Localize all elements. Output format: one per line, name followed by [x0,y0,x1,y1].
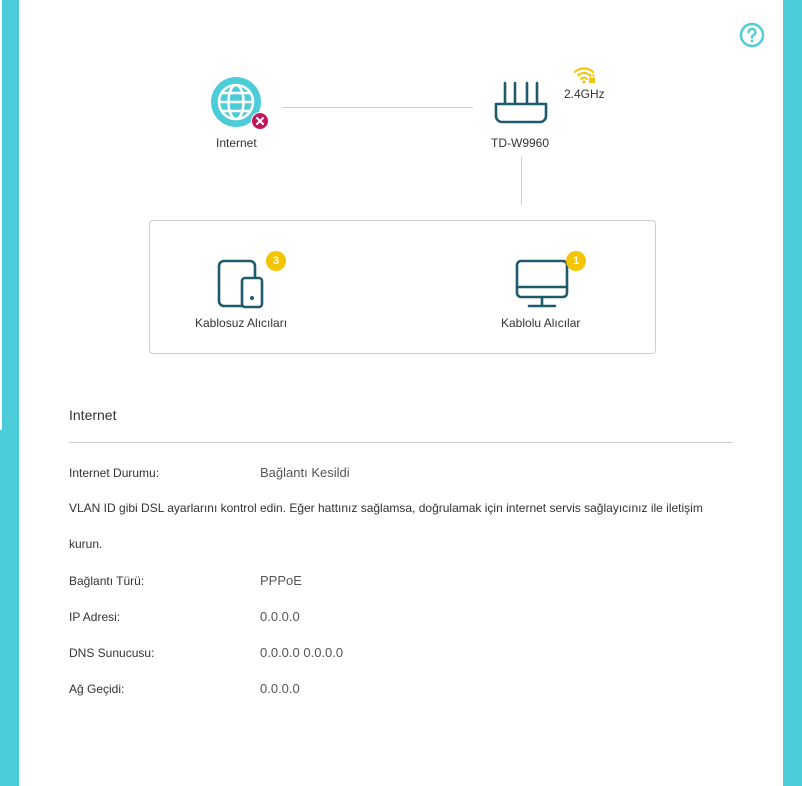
gateway-value: 0.0.0.0 [260,681,300,696]
dns-server-label: DNS Sunucusu: [69,646,155,660]
wireless-devices-icon [217,259,264,309]
wired-clients-card[interactable]: 1 Kablolu Alıcılar [402,221,655,353]
wireless-clients-count-badge: 3 [266,251,286,271]
internet-status-value: Bağlantı Kesildi [260,465,350,480]
wired-clients-label: Kablolu Alıcılar [501,316,581,330]
left-nav-strip [0,0,2,430]
connection-line-vertical [521,157,522,205]
router-icon [494,81,548,124]
wired-clients-count-badge: 1 [566,251,586,271]
monitor-icon [515,259,569,308]
router-label: TD-W9960 [491,136,550,150]
wifi-lock-icon [574,67,595,84]
connection-type-label: Bağlantı Türü: [69,574,145,588]
ip-address-value: 0.0.0.0 [260,609,300,624]
wifi-band-label: 2.4GHz [564,87,605,101]
gateway-label: Ağ Geçidi: [69,682,125,696]
help-icon[interactable] [739,22,765,48]
wireless-clients-label: Kablosuz Alıcıları [195,316,288,330]
main-panel: Internet 2.4GHz TD-W9960 3 Kablosuz Alıc… [19,0,783,786]
internet-label: Internet [216,136,257,150]
wireless-clients-card[interactable]: 3 Kablosuz Alıcıları [150,221,402,353]
disconnected-icon [251,112,269,130]
ip-address-label: IP Adresi: [69,610,121,624]
internet-status-label: Internet Durumu: [69,466,160,480]
connection-type-value: PPPoE [260,573,302,588]
dns-server-value: 0.0.0.0 0.0.0.0 [260,645,344,660]
connection-line-horizontal [282,107,473,108]
clients-panel: 3 Kablosuz Alıcıları 1 Kablolu Alıcılar [149,220,656,354]
section-divider [69,442,733,443]
internet-section-title: Internet [69,407,117,423]
internet-status-note: VLAN ID gibi DSL ayarlarını kontrol edin… [69,501,703,551]
